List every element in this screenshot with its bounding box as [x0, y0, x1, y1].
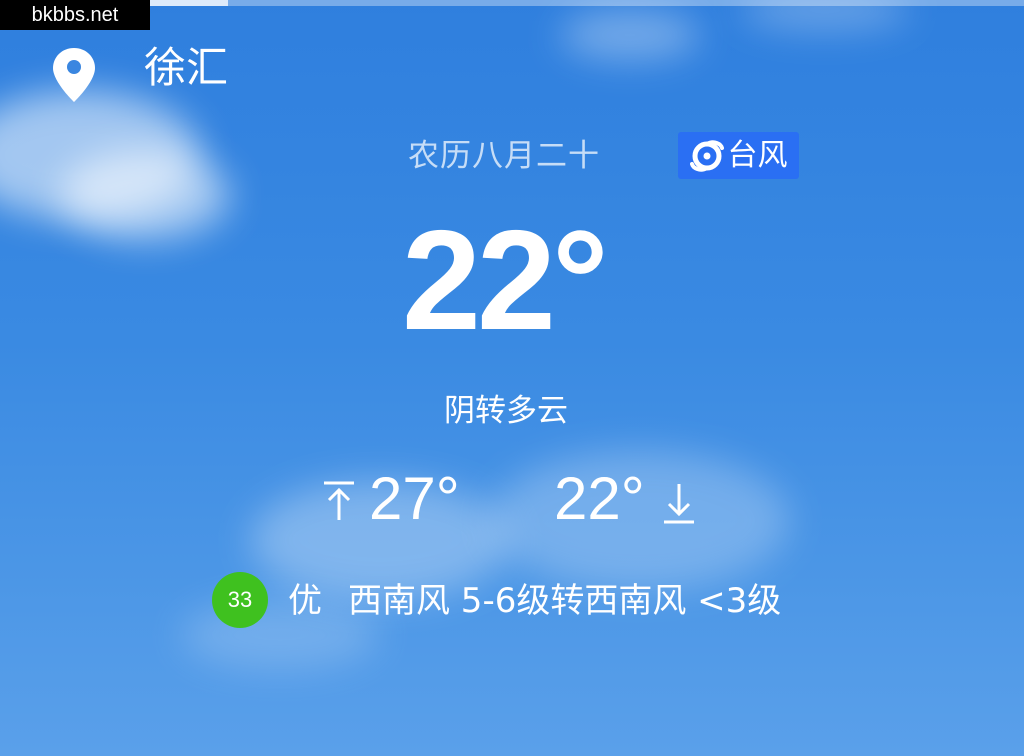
aqi-badge[interactable]: 33	[212, 572, 268, 628]
typhoon-icon	[689, 139, 724, 172]
wind-info: 西南风 5-6级转西南风 <3级	[348, 581, 782, 621]
low-temperature: 22°	[554, 465, 645, 532]
city-name[interactable]: 徐汇	[144, 40, 228, 96]
typhoon-alert-button[interactable]: 台风	[678, 132, 799, 179]
cloud-decoration	[60, 150, 230, 240]
watermark: bkbbs.net	[0, 0, 150, 30]
arrow-up-icon	[324, 481, 354, 520]
progress-indicator	[150, 0, 228, 6]
cloud-decoration	[560, 10, 700, 60]
arrow-down-icon	[664, 484, 694, 524]
current-temperature: 22°	[402, 201, 609, 360]
location-pin-icon[interactable]	[50, 46, 98, 104]
aqi-level: 优	[288, 581, 322, 621]
high-temperature: 27°	[369, 465, 460, 532]
weather-condition: 阴转多云	[444, 393, 568, 429]
typhoon-alert-label: 台风	[727, 137, 788, 173]
lunar-date: 农历八月二十	[408, 138, 600, 174]
weather-screen: bkbbs.net 徐汇 农历八月二十 台风 22° 阴转多云 27° 22° …	[0, 0, 1024, 756]
